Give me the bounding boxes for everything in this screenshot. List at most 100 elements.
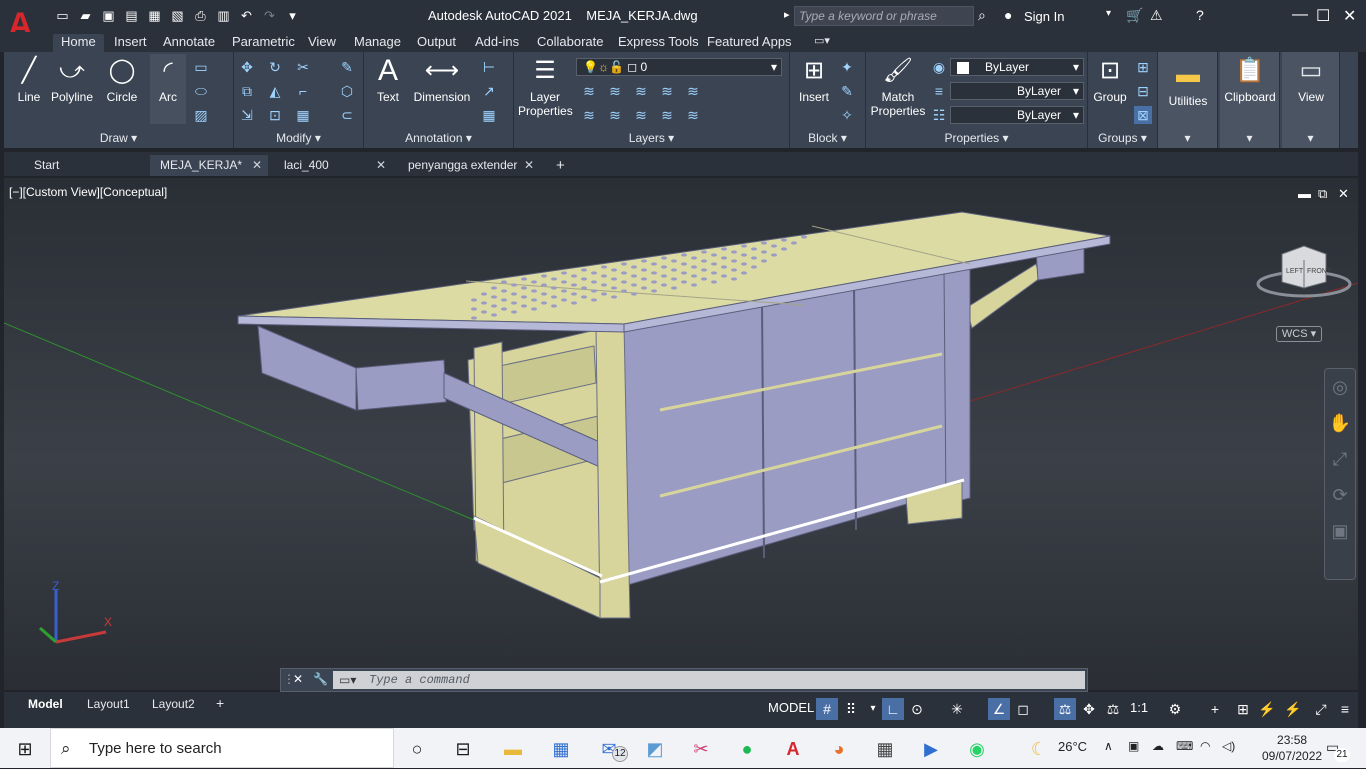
edit-attributes-icon[interactable]: ✧ xyxy=(838,106,856,124)
layer-state-icon[interactable]: ≋ xyxy=(580,82,598,100)
panel-layers-label[interactable]: Layers ▾ xyxy=(514,131,789,145)
file-explorer-icon[interactable]: ▬ xyxy=(500,736,526,762)
drawing-viewport[interactable]: [−][Custom View][Conceptual] ▬ ⧉ ✕ LEFT … xyxy=(4,178,1358,690)
close-tab-icon[interactable]: ✕ xyxy=(524,155,534,176)
isodraft-icon[interactable]: ✳ xyxy=(946,698,968,720)
line-button[interactable]: ╱ Line xyxy=(10,56,48,104)
new-icon[interactable]: ▭ xyxy=(54,7,71,24)
trim-icon[interactable]: ✂ xyxy=(294,58,312,76)
whatsapp-icon[interactable]: ◉ xyxy=(964,736,990,762)
layer-walk-icon[interactable]: ≋ xyxy=(632,106,650,124)
leader-icon[interactable]: ↗ xyxy=(480,82,498,100)
panel-draw-label[interactable]: Draw ▾ xyxy=(4,131,233,145)
create-block-icon[interactable]: ✦ xyxy=(838,58,856,76)
orbit-icon[interactable]: ⟳ xyxy=(1325,477,1355,513)
table-icon[interactable]: ▦ xyxy=(480,106,498,124)
annotation-monitor-icon[interactable]: + xyxy=(1204,698,1226,720)
calculator-icon[interactable]: ▦ xyxy=(872,736,898,762)
close-icon[interactable]: ✕ xyxy=(1343,6,1356,26)
maximize-icon[interactable]: ☐ xyxy=(1316,6,1330,26)
save-web-icon[interactable]: ▧ xyxy=(169,7,186,24)
weather-temp[interactable]: 26°C xyxy=(1058,739,1087,754)
circle-button[interactable]: ◯ Circle xyxy=(102,56,142,104)
units-icon[interactable]: ⊞ xyxy=(1232,698,1254,720)
spotify-icon[interactable]: ● xyxy=(734,736,760,762)
undo-icon[interactable]: ↶ xyxy=(238,7,255,24)
insert-button[interactable]: ⊞ Insert xyxy=(794,56,834,104)
autoscale-icon[interactable]: ✥ xyxy=(1078,698,1100,720)
wcs-menu[interactable]: WCS ▾ xyxy=(1276,326,1322,342)
rectangle-icon[interactable]: ▭ xyxy=(192,58,210,76)
doc-tab-laci[interactable]: laci_400 ✕ xyxy=(274,155,392,176)
doc-tab-meja-kerja[interactable]: MEJA_KERJA* ✕ xyxy=(150,155,268,176)
annotation-scale-value[interactable]: 1:1 xyxy=(1130,700,1148,715)
tab-express-tools[interactable]: Express Tools xyxy=(618,34,699,49)
erase-icon[interactable]: ✎ xyxy=(338,58,356,76)
clipboard-button[interactable]: 📋 Clipboard xyxy=(1222,56,1278,104)
tray-chevron-icon[interactable]: ∧ xyxy=(1104,739,1113,753)
layer-properties-button[interactable]: ☰ Layer Properties xyxy=(518,56,573,118)
ortho-icon[interactable]: ∟ xyxy=(882,698,904,720)
clipboard-dropdown-icon[interactable]: ▾ xyxy=(1220,131,1279,145)
linear-dim-icon[interactable]: ⊢ xyxy=(480,58,498,76)
tab-collaborate[interactable]: Collaborate xyxy=(537,34,604,49)
utilities-dropdown-icon[interactable]: ▾ xyxy=(1158,131,1217,145)
tab-featured-apps[interactable]: Featured Apps xyxy=(707,34,792,49)
open-web-icon[interactable]: ▦ xyxy=(146,7,163,24)
polar-icon[interactable]: ⊙ xyxy=(906,698,928,720)
tab-annotate[interactable]: Annotate xyxy=(163,34,215,49)
close-tab-icon[interactable]: ✕ xyxy=(252,155,262,176)
group-select-icon[interactable]: ⊠ xyxy=(1134,106,1152,124)
signin-dropdown-icon[interactable]: ▾ xyxy=(1106,8,1111,19)
help-search-input[interactable]: Type a keyword or phrase xyxy=(794,6,974,26)
expand-arrow-icon[interactable]: ▸ xyxy=(784,8,790,21)
layer-iso-icon[interactable]: ≋ xyxy=(580,106,598,124)
help-icon[interactable]: ? xyxy=(1196,7,1204,23)
tab-insert[interactable]: Insert xyxy=(114,34,147,49)
cart-icon[interactable]: 🛒 xyxy=(1126,7,1143,24)
firefox-icon[interactable]: ◕ xyxy=(826,736,852,762)
customize-icon[interactable]: ▾ xyxy=(284,7,301,24)
color-dropdown[interactable]: ByLayer ▾ xyxy=(950,58,1084,76)
annotation-visibility-icon[interactable]: ⚖ xyxy=(1054,698,1076,720)
quick-properties-icon[interactable]: ⚡ xyxy=(1256,698,1278,720)
tab-manage[interactable]: Manage xyxy=(354,34,401,49)
close-tab-icon[interactable]: ✕ xyxy=(376,155,386,176)
view-button[interactable]: ▭ View xyxy=(1286,56,1336,104)
user-icon[interactable]: ● xyxy=(1004,7,1012,23)
view-dropdown-icon[interactable]: ▾ xyxy=(1282,131,1339,145)
layer-delete-icon[interactable]: ≋ xyxy=(684,106,702,124)
lineweight-dropdown[interactable]: ByLayer ▾ xyxy=(950,106,1084,124)
dimension-button[interactable]: ⟷ Dimension xyxy=(410,56,474,104)
command-input[interactable]: Type a command xyxy=(333,671,1085,689)
add-layout-icon[interactable]: + xyxy=(216,695,224,711)
copy-icon[interactable]: ⧉ xyxy=(238,82,256,100)
doc-tab-penyangga[interactable]: penyangga extender ✕ xyxy=(398,155,540,176)
linetype-dropdown[interactable]: ByLayer ▾ xyxy=(950,82,1084,100)
text-button[interactable]: A Text xyxy=(370,56,406,105)
layer-off-icon[interactable]: ≋ xyxy=(606,82,624,100)
panel-block-label[interactable]: Block ▾ xyxy=(790,131,865,145)
array-icon[interactable]: ▦ xyxy=(294,106,312,124)
clock[interactable]: 23:58 09/07/2022 xyxy=(1262,732,1322,764)
layout-tab-model[interactable]: Model xyxy=(28,697,63,711)
mirror-icon[interactable]: ◭ xyxy=(266,82,284,100)
utilities-button[interactable]: ▬ Utilities xyxy=(1162,60,1214,108)
print-icon[interactable]: ▥ xyxy=(215,7,232,24)
scale-icon[interactable]: ⊡ xyxy=(266,106,284,124)
weather-icon[interactable]: ☾ xyxy=(1026,736,1052,762)
taskbar-search[interactable]: ⌕ Type here to search xyxy=(50,728,394,768)
save-icon[interactable]: ▣ xyxy=(100,7,117,24)
layout-tab-layout1[interactable]: Layout1 xyxy=(87,697,130,711)
layer-match-icon[interactable]: ≋ xyxy=(684,82,702,100)
tab-view[interactable]: View xyxy=(308,34,336,49)
lock-ui-icon[interactable]: ⚡ xyxy=(1282,698,1304,720)
arc-button[interactable]: ◜ Arc xyxy=(150,54,186,124)
customization-icon[interactable]: ≡ xyxy=(1334,698,1356,720)
match-properties-button[interactable]: 🖌 Match Properties xyxy=(868,56,928,118)
cortana-icon[interactable]: ○ xyxy=(404,736,430,762)
panel-properties-label[interactable]: Properties ▾ xyxy=(866,131,1087,145)
plot-icon[interactable]: ⎙ xyxy=(192,7,209,24)
new-tab-icon[interactable]: + xyxy=(548,155,572,176)
rotate-icon[interactable]: ↻ xyxy=(266,58,284,76)
